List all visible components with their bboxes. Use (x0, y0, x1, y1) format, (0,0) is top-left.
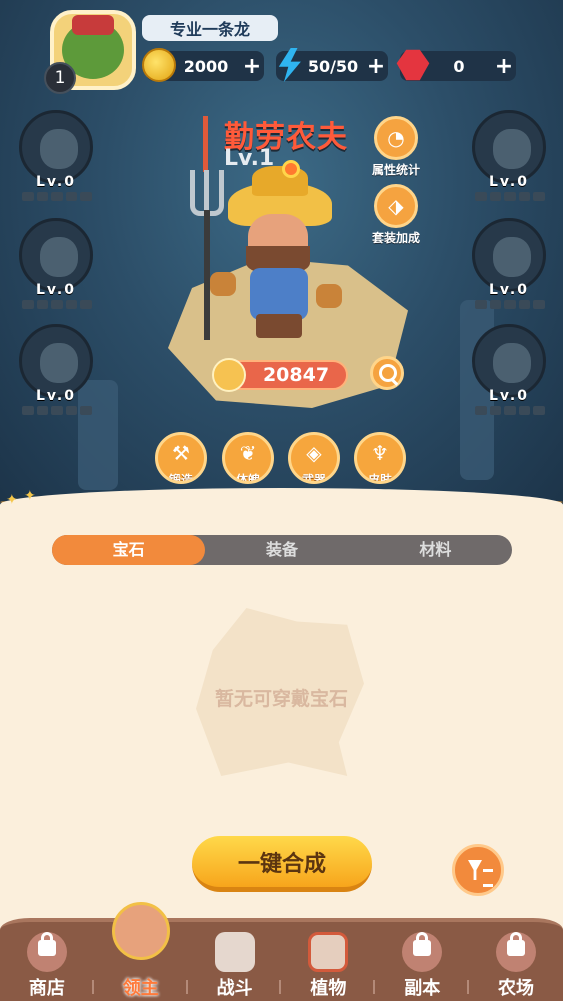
slot-stars (22, 406, 92, 415)
filter-icon[interactable] (452, 844, 504, 896)
lock-icon (413, 932, 432, 956)
power-fist-icon (212, 358, 246, 392)
nav-label: 战斗 (216, 978, 253, 999)
add-gem-icon[interactable]: + (492, 54, 516, 79)
battle-icon (214, 932, 255, 972)
farmer-glove (210, 272, 236, 296)
slot-stars (475, 300, 545, 309)
gold-coin-icon (142, 48, 176, 82)
nav-battle[interactable]: 战斗 (188, 922, 282, 1001)
nav-label: 农场 (498, 978, 535, 999)
inventory-tabs: 宝石 装备 材料 (52, 535, 512, 565)
armor-icon (40, 237, 78, 277)
slot-level: Lv.0 (489, 388, 529, 404)
sprout-icon: ❦ (239, 441, 257, 465)
hammer-icon: ⚒ (172, 441, 190, 465)
ring-icon (493, 237, 531, 277)
tab-equipment[interactable]: 装备 (205, 535, 358, 565)
set-bonus-button[interactable]: ⬗ 套装加成 (356, 184, 436, 246)
farmer-glove (316, 284, 342, 308)
farmer-boots (256, 314, 302, 338)
tab-gems[interactable]: 宝石 (52, 535, 206, 565)
slot-level: Lv.0 (36, 282, 76, 298)
farmer-overalls (250, 268, 308, 320)
slot-stars (22, 192, 92, 201)
glove-icon (493, 129, 531, 169)
equip-slot-belt[interactable]: Lv.0 (19, 324, 95, 415)
nav-plants[interactable]: 植物 (281, 922, 376, 1001)
nav-dungeon[interactable]: 副本 (375, 922, 470, 1001)
stats-label: 属性统计 (371, 163, 420, 177)
panel-top-curve (0, 488, 563, 538)
plant-icon (308, 932, 349, 972)
player-level-badge: 1 (44, 62, 76, 94)
forge-label: 锻造 (168, 473, 193, 484)
hat-flower-icon (282, 160, 300, 178)
skin-label: 皮肤 (367, 473, 392, 484)
nav-shop[interactable]: 商店 (0, 922, 94, 1001)
equip-slot-helmet[interactable]: Lv.0 (19, 110, 95, 201)
pitchfork-icon (188, 170, 224, 340)
weapon-button[interactable]: ◈ 武器 (288, 432, 340, 484)
tab-materials[interactable]: 材料 (359, 535, 512, 565)
lock-icon (37, 932, 56, 956)
pie-chart-icon: ◔ (374, 116, 418, 160)
slot-level: Lv.0 (36, 174, 76, 190)
slot-stars (475, 192, 545, 201)
slot-level: Lv.0 (36, 388, 76, 404)
set-bonus-label: 套装加成 (371, 231, 420, 245)
equip-slot-armor[interactable]: Lv.0 (19, 218, 95, 309)
nav-lord[interactable]: 领主 (94, 902, 188, 1001)
weapon-label: 武器 (301, 473, 326, 484)
equip-slot-glove[interactable]: Lv.0 (472, 110, 548, 201)
slot-stars (475, 406, 545, 415)
nav-label: 植物 (310, 978, 347, 999)
slot-level: Lv.0 (489, 174, 529, 190)
physique-label: 体魄 (235, 473, 260, 484)
farmer-avatar-icon (111, 902, 170, 960)
nav-farm[interactable]: 农场 (469, 922, 563, 1001)
belt-icon (40, 343, 78, 383)
helmet-icon (40, 129, 78, 169)
forge-button[interactable]: ⚒ 锻造 (155, 432, 207, 484)
necklace-icon (493, 343, 531, 383)
skin-icon: ♆ (371, 441, 389, 465)
stats-button[interactable]: ◔ 属性统计 (356, 116, 436, 178)
gem-counter[interactable]: 0 + (396, 49, 516, 81)
physique-button[interactable]: ❦ 体魄 (222, 432, 274, 484)
nav-label: 领主 (122, 978, 159, 999)
ruby-icon (396, 49, 430, 81)
slot-stars (22, 300, 92, 309)
slot-level: Lv.0 (489, 282, 529, 298)
merge-all-button[interactable]: 一键合成 (192, 836, 372, 892)
diamond-icon: ◈ (306, 441, 322, 465)
sparkle-icon: ✦ (24, 488, 36, 504)
equip-slot-necklace[interactable]: Lv.0 (472, 324, 548, 415)
add-energy-icon[interactable]: + (364, 54, 388, 79)
set-bonus-icon: ⬗ (374, 184, 418, 228)
add-gold-icon[interactable]: + (240, 54, 264, 79)
gold-counter[interactable]: 2000 + (142, 48, 264, 82)
equip-slot-ring[interactable]: Lv.0 (472, 218, 548, 309)
farmer-character[interactable] (180, 160, 350, 340)
magnifier-icon[interactable] (370, 356, 404, 390)
skin-button[interactable]: ♆ 皮肤 (354, 432, 406, 484)
hero-scene: 1 专业一条龙 2000 + 50/50 + 0 + Lv.0 Lv.0 Lv.… (0, 0, 563, 520)
nav-label: 副本 (404, 978, 441, 999)
sparkle-icon: ✦ (6, 492, 18, 508)
nav-label: 商店 (28, 978, 65, 999)
energy-counter[interactable]: 50/50 + (276, 48, 388, 82)
empty-state-text: 暂无可穿戴宝石 (214, 688, 348, 710)
bottom-nav: 商店 领主 战斗 植物 副本 农场 (0, 902, 563, 1001)
player-name[interactable]: 专业一条龙 (142, 15, 278, 41)
lock-icon (507, 932, 526, 956)
